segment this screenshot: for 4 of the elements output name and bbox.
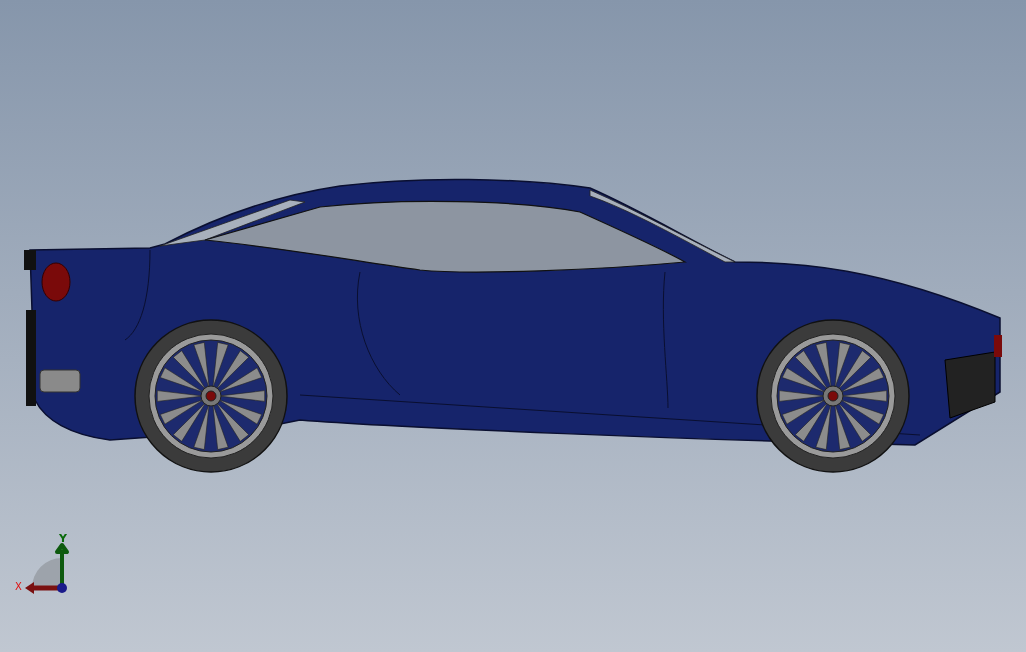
- y-axis-label: Y: [59, 532, 67, 545]
- x-axis-label: X: [15, 581, 22, 592]
- axis-triad-icon: [25, 543, 69, 594]
- cad-viewport[interactable]: Y X: [0, 0, 1026, 652]
